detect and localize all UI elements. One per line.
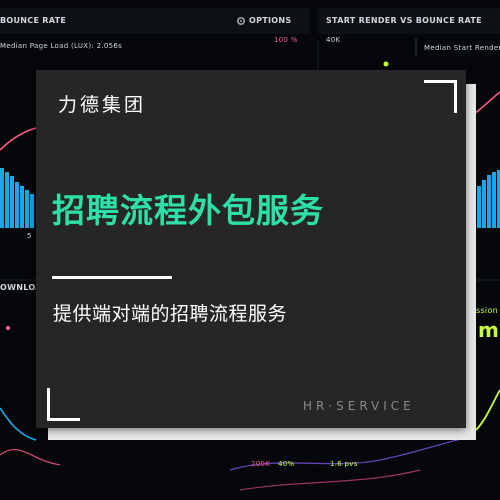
bottom-right-lime-line: [475, 389, 500, 431]
percent-top-label: 100 %: [274, 36, 298, 44]
left-axis-tick: 5: [27, 232, 32, 240]
service-subtitle: 提供端对端的招聘流程服务: [53, 303, 288, 325]
bottom-200k-label: 200K: [251, 460, 271, 468]
service-label: HR·SERVICE: [303, 399, 415, 413]
brand-name: 力德集团: [58, 94, 147, 116]
pink-dot: [6, 326, 10, 330]
median-page-load-label: Median Page Load (LUX): 2.056s: [0, 42, 123, 50]
panel-left-title: BOUNCE RATE: [0, 16, 67, 25]
value-40k-label: 40K: [326, 36, 341, 44]
service-title: 招聘流程外包服务: [52, 191, 324, 230]
corner-bracket-bottom-left: [47, 388, 80, 421]
session-label: ssion L: [476, 306, 500, 315]
left-bar-series: [0, 168, 34, 228]
bottom-40pct-label: 40%: [278, 460, 295, 468]
bottom-left-blue-line: [0, 407, 37, 441]
panel-right-title: START RENDER VS BOUNCE RATE: [326, 16, 482, 25]
big-value: mi: [478, 318, 500, 342]
corner-bracket-top-right: [424, 80, 457, 113]
bottom-left-pink-line: [0, 448, 61, 466]
service-card: [36, 70, 466, 428]
bottom-pvs-label: 1.6 pvs: [330, 460, 358, 468]
bottom-pink-line: [239, 469, 421, 491]
title-divider: [52, 276, 172, 279]
median-start-render-label: Median Start Render: [424, 44, 500, 52]
left-pink-line: [0, 127, 37, 151]
lime-dot: [383, 61, 389, 67]
options-button[interactable]: OPTIONS: [249, 16, 291, 25]
